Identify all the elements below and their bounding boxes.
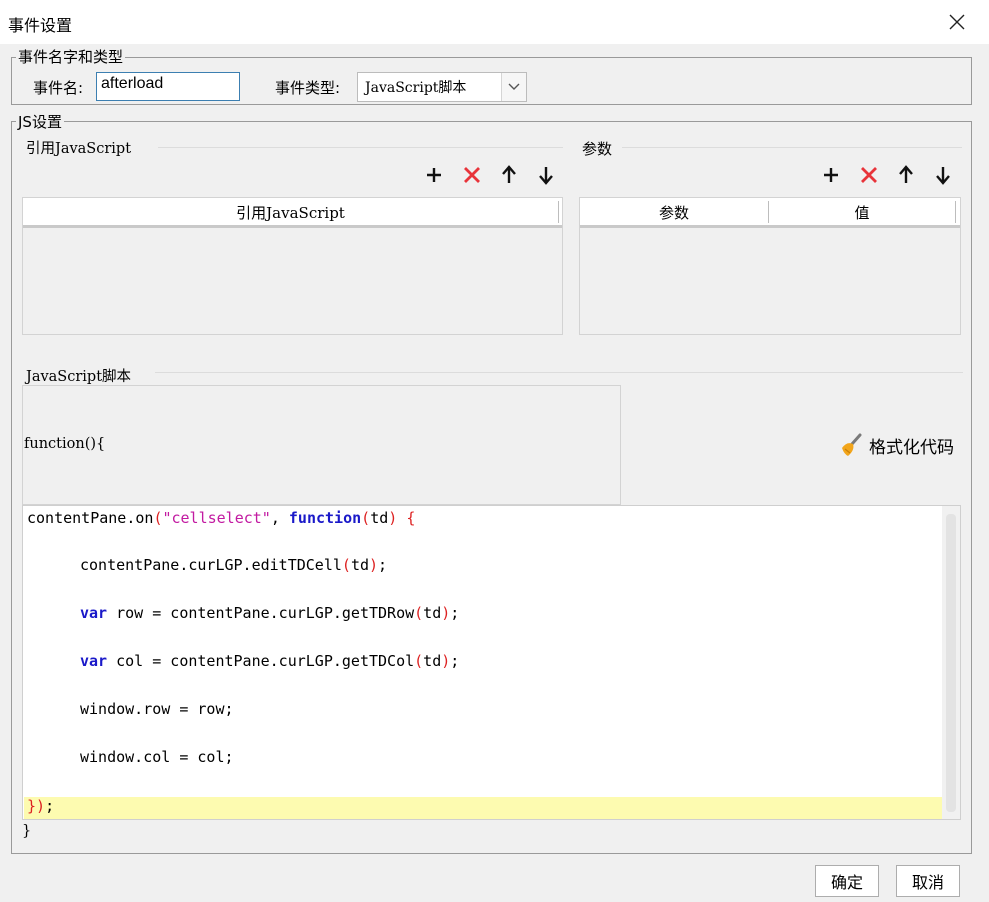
ref-js-table[interactable]: 引用JavaScript: [22, 197, 563, 335]
ref-move-up-button[interactable]: [496, 162, 522, 188]
plus-icon: [427, 168, 441, 182]
param-add-button[interactable]: [818, 162, 844, 188]
code-line-4: var col = contentPane.curLGP.getTDCol(td…: [80, 652, 460, 670]
ref-add-button[interactable]: [421, 162, 447, 188]
close-icon: [949, 14, 965, 30]
code-line-2: contentPane.curLGP.editTDCell(td);: [80, 556, 388, 574]
ref-js-separator: [158, 147, 563, 148]
param-delete-button[interactable]: [856, 162, 882, 188]
script-header-box: [22, 385, 621, 505]
ref-move-down-button[interactable]: [533, 162, 559, 188]
param-table-header: 参数 值: [580, 198, 960, 228]
ok-button[interactable]: 确定: [815, 865, 879, 897]
code-line-7: });: [27, 797, 55, 815]
event-type-select[interactable]: JavaScript脚本: [357, 72, 527, 102]
editor-scrollbar[interactable]: [942, 506, 960, 819]
delete-x-icon: [861, 167, 877, 183]
cancel-button[interactable]: 取消: [896, 865, 960, 897]
chevron-down-icon: [508, 83, 520, 90]
param-move-up-button[interactable]: [893, 162, 919, 188]
editor-scrollbar-thumb[interactable]: [946, 514, 956, 812]
arrow-up-icon: [899, 165, 913, 183]
window-title: 事件设置: [8, 16, 73, 35]
code-line-1: contentPane.on("cellselect", function(td…: [27, 509, 416, 527]
param-move-down-button[interactable]: [930, 162, 956, 188]
function-header: function(){: [24, 436, 106, 452]
current-line-highlight: [24, 797, 943, 819]
arrow-up-icon: [502, 165, 516, 183]
ref-js-table-header: 引用JavaScript: [23, 198, 562, 228]
script-separator: [155, 372, 963, 373]
arrow-down-icon: [539, 167, 553, 185]
js-group-legend: JS设置: [16, 113, 64, 131]
value-column-header[interactable]: 值: [769, 201, 956, 223]
dropdown-button[interactable]: [501, 73, 526, 101]
param-separator: [622, 147, 962, 148]
format-code-label: 格式化代码: [869, 437, 954, 458]
function-footer: }: [22, 823, 32, 839]
event-group-legend: 事件名字和类型: [16, 48, 126, 66]
code-editor[interactable]: contentPane.on("cellselect", function(td…: [22, 505, 961, 820]
ref-js-column-header[interactable]: 引用JavaScript: [23, 201, 559, 223]
broom-icon: [842, 433, 862, 456]
param-column-header[interactable]: 参数: [580, 201, 769, 223]
event-name-input[interactable]: afterload: [96, 72, 240, 101]
event-type-value: JavaScript脚本: [365, 80, 467, 96]
param-table[interactable]: 参数 值: [579, 197, 961, 335]
script-title: JavaScript脚本: [26, 369, 132, 385]
title-bar: 事件设置: [0, 0, 989, 44]
format-code-button[interactable]: 格式化代码: [838, 432, 954, 458]
arrow-down-icon: [936, 167, 950, 185]
delete-x-icon: [464, 167, 480, 183]
close-button[interactable]: [938, 6, 976, 38]
code-line-3: var row = contentPane.curLGP.getTDRow(td…: [80, 604, 460, 622]
ref-js-title: 引用JavaScript: [26, 141, 132, 157]
code-line-6: window.col = col;: [80, 748, 234, 766]
code-line-5: window.row = row;: [80, 700, 234, 718]
param-title: 参数: [582, 140, 613, 158]
plus-icon: [824, 168, 838, 182]
ref-delete-button[interactable]: [459, 162, 485, 188]
event-type-label: 事件类型:: [275, 79, 341, 97]
event-name-label: 事件名:: [33, 79, 84, 97]
